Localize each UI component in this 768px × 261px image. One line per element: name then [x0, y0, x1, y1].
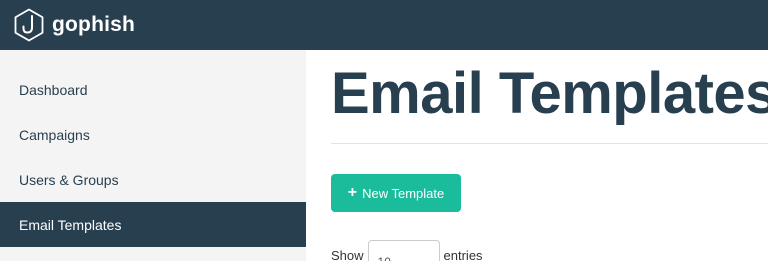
sidebar-item-campaigns[interactable]: Campaigns [0, 112, 306, 157]
hook-hexagon-icon [14, 8, 44, 42]
new-template-button[interactable]: + New Template [331, 174, 461, 212]
sidebar-item-dashboard[interactable]: Dashboard [0, 67, 306, 112]
brand-logo[interactable]: gophish [12, 8, 135, 42]
show-label: Show [331, 247, 364, 261]
brand-name: gophish [52, 13, 136, 36]
title-divider [331, 143, 768, 144]
sidebar-item-label: Dashboard [19, 81, 88, 98]
page-title: Email Templates [331, 61, 768, 126]
sidebar-item-email-templates[interactable]: Email Templates [0, 202, 306, 247]
sidebar-item-label: Campaigns [19, 126, 90, 143]
main-content: Email Templates + New Template Show 10 e… [306, 50, 768, 261]
new-template-label: New Template [362, 185, 445, 201]
sidebar-item-label: Users & Groups [19, 171, 119, 188]
entries-per-page-select[interactable]: 10 [367, 240, 440, 261]
top-navbar: gophish [0, 0, 768, 50]
sidebar: Dashboard Campaigns Users & Groups Email… [0, 50, 306, 261]
table-length-control: Show 10 entries [331, 240, 483, 261]
entries-label: entries [443, 247, 483, 261]
sidebar-item-users-groups[interactable]: Users & Groups [0, 157, 306, 202]
plus-icon: + [347, 184, 358, 201]
sidebar-item-label: Email Templates [19, 216, 122, 233]
